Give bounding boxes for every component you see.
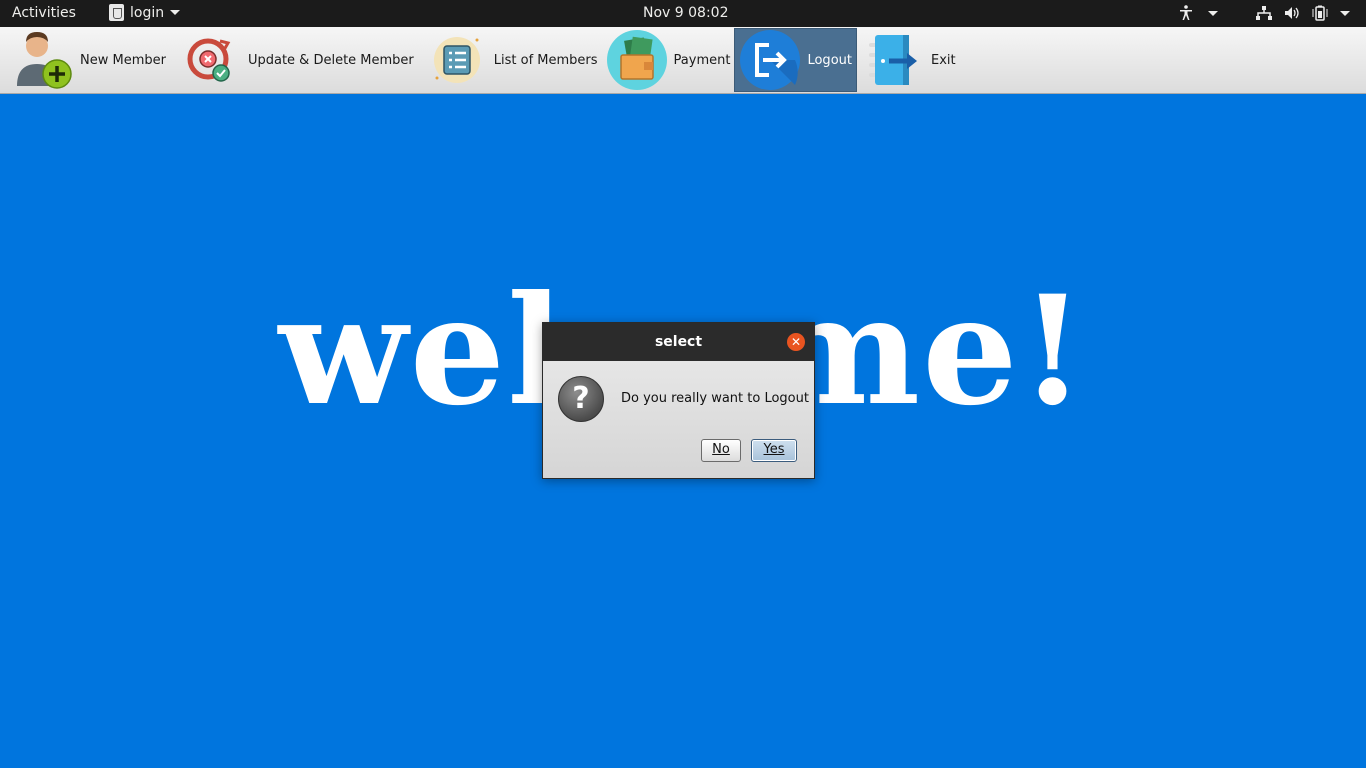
system-tray[interactable] [1178,4,1350,22]
new-member-button[interactable]: New Member [8,28,170,92]
logout-confirm-dialog: select ✕ ? Do you really want to Logout … [542,322,815,479]
exit-icon [863,29,925,91]
list-of-members-button[interactable]: List of Members [422,28,602,92]
logout-button[interactable]: Logout [734,28,857,92]
update-delete-member-label: Update & Delete Member [247,52,414,68]
volume-icon[interactable] [1284,4,1300,22]
no-button[interactable]: No [701,439,741,462]
dialog-title-bar[interactable]: select ✕ [543,323,814,361]
battery-icon[interactable] [1312,4,1328,22]
chevron-down-icon [170,10,181,15]
dialog-body: ? Do you really want to Logout No Yes [543,361,814,478]
question-icon: ? [558,376,604,422]
close-icon[interactable]: ✕ [787,333,805,351]
update-delete-icon [180,29,242,91]
dialog-message: Do you really want to Logout [621,391,809,406]
dialog-title: select [654,334,703,350]
payment-label: Payment [673,52,731,68]
chevron-down-icon[interactable] [1208,10,1218,16]
update-delete-member-button[interactable]: Update & Delete Member [176,28,418,92]
system-top-bar: Activities login Nov 9 08:02 [0,0,1366,27]
new-member-label: New Member [80,52,166,68]
logout-label: Logout [807,52,852,68]
logout-icon [739,29,801,91]
activities-button[interactable]: Activities [12,5,76,21]
accessibility-icon[interactable] [1178,4,1194,22]
exit-button[interactable]: Exit [859,28,960,92]
main-toolbar: New Member Update & Delete Member List o… [0,27,1366,94]
network-icon[interactable] [1256,4,1272,22]
exit-label: Exit [930,52,956,68]
clock[interactable]: Nov 9 08:02 [643,5,728,21]
app-menu-label: login [130,4,165,21]
yes-button[interactable]: Yes [751,439,797,462]
payment-button[interactable]: Payment [602,28,735,92]
list-icon [426,29,488,91]
app-menu[interactable]: login [109,4,181,21]
chevron-down-icon[interactable] [1340,10,1350,16]
wallet-icon [606,29,668,91]
list-of-members-label: List of Members [493,52,598,68]
java-app-icon [109,4,124,21]
add-user-icon [12,29,74,91]
